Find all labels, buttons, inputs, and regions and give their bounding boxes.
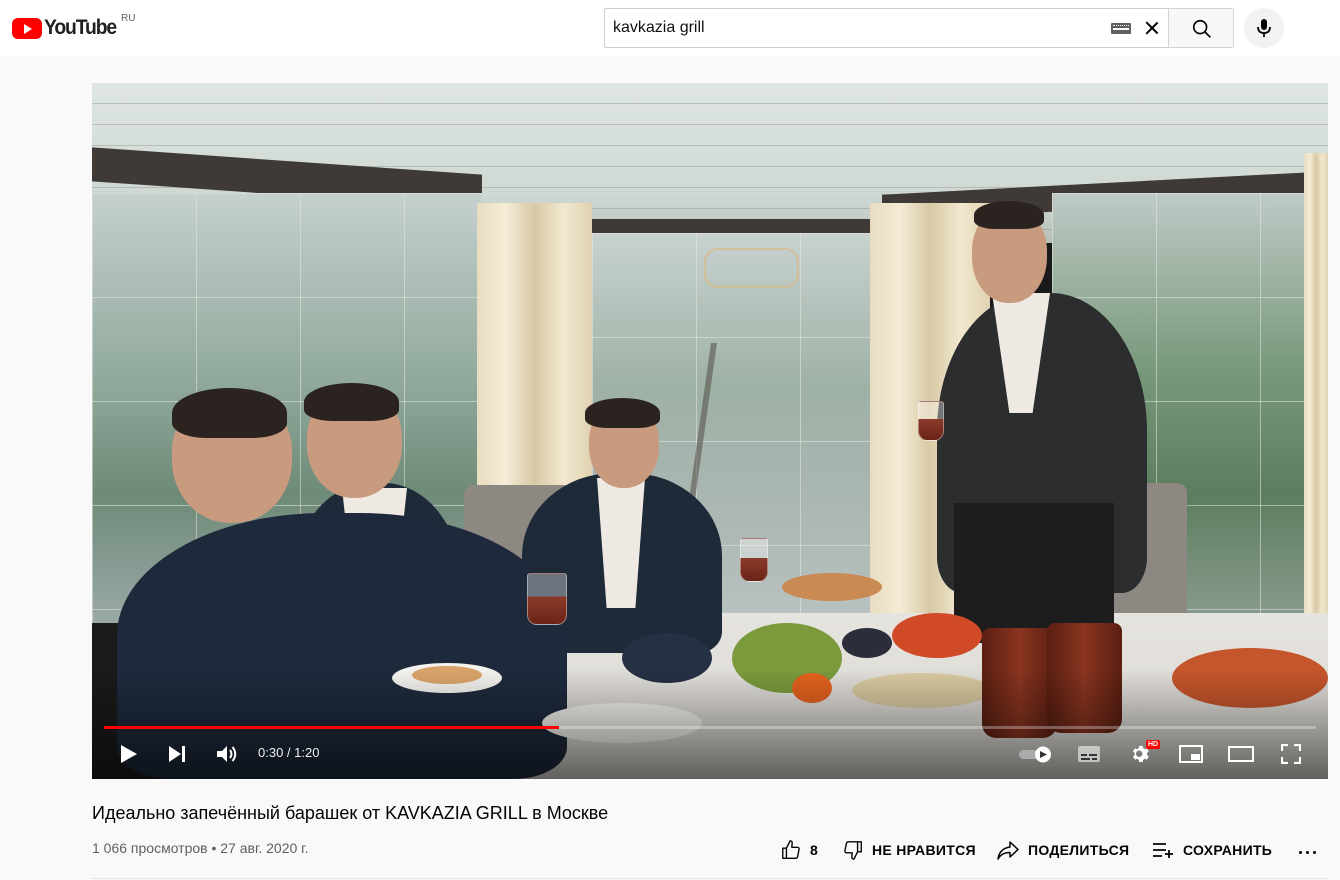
clear-search-icon[interactable] [1142,18,1162,38]
more-actions-icon[interactable] [1296,840,1320,864]
autoplay-toggle-icon [1019,746,1051,763]
share-label: ПОДЕЛИТЬСЯ [1028,842,1130,858]
share-icon [997,841,1019,860]
theater-mode-button[interactable] [1226,739,1256,769]
microphone-icon [1257,19,1271,37]
voice-search-button[interactable] [1244,8,1284,48]
theater-mode-icon [1228,746,1254,762]
like-count: 8 [810,842,819,858]
video-player[interactable]: 0:30 / 1:20 HD [92,83,1328,779]
dislike-button[interactable]: НЕ НРАВИТСЯ [842,838,976,862]
volume-button[interactable] [212,739,242,769]
thumbs-up-icon [782,840,800,859]
share-button[interactable]: ПОДЕЛИТЬСЯ [996,838,1129,862]
search-icon [1192,19,1211,38]
autoplay-toggle[interactable] [1014,739,1058,769]
subtitles-button[interactable] [1074,739,1104,769]
miniplayer-button[interactable] [1176,739,1206,769]
youtube-play-icon [12,17,42,39]
dislike-label: НЕ НРАВИТСЯ [872,842,976,858]
youtube-logo[interactable]: YouTube RU [12,13,135,40]
search-button[interactable] [1168,8,1234,48]
keyboard-icon[interactable] [1111,23,1131,34]
video-meta: 1 066 просмотров • 27 авг. 2020 г. [92,840,309,856]
save-label: СОХРАНИТЬ [1183,842,1273,858]
next-icon [169,746,185,762]
time-display: 0:30 / 1:20 [258,745,320,760]
like-button[interactable]: 8 [780,838,818,862]
save-button[interactable]: СОХРАНИТЬ [1151,838,1272,862]
search-box [604,8,1169,48]
volume-icon [217,746,237,762]
hd-badge: HD [1146,740,1161,749]
add-to-playlist-icon [1153,843,1173,858]
subtitles-icon [1078,746,1100,762]
progress-played [104,726,559,729]
fullscreen-icon [1281,744,1301,764]
play-icon [121,745,137,763]
divider [92,878,1328,879]
masthead: YouTube RU [0,0,1340,56]
play-button[interactable] [114,739,144,769]
next-button[interactable] [162,739,192,769]
search-input[interactable] [605,9,1085,47]
logo-text: YouTube [44,16,117,39]
miniplayer-icon [1179,745,1203,763]
video-title: Идеально запечённый барашек от KAVKAZIA … [92,803,609,823]
progress-bar[interactable] [104,726,1316,729]
thumbs-down-icon [844,841,862,860]
logo-country-code: RU [121,13,136,24]
fullscreen-button[interactable] [1276,739,1306,769]
